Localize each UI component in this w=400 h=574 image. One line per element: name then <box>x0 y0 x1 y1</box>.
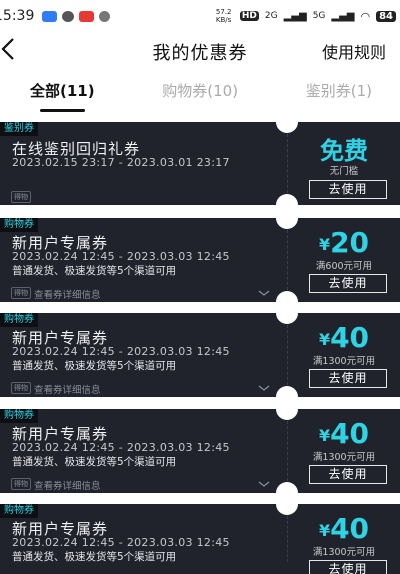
coupon-channels: 普通发货、极速发货等5个渠道可用 <box>12 265 177 277</box>
net-speed: 57.2 KB/s <box>215 8 232 24</box>
status-time: 15:39 <box>0 8 35 24</box>
coupon-value: ¥40 <box>288 417 400 450</box>
status-right-icons: 57.2 KB/s HD 2G ▂▄▆ 5G ▂▄▆ ◠ 84 <box>216 8 396 24</box>
chevron-down-icon[interactable] <box>258 290 270 297</box>
tab-authentication[interactable]: 鉴别券(1) <box>306 72 372 106</box>
message-icon <box>62 10 75 22</box>
signal-bars-icon: ▂▄▆ <box>283 10 307 22</box>
coupon-channels: 普通发货、极速发货等5个渠道可用 <box>12 360 177 372</box>
chevron-down-icon[interactable] <box>258 481 270 488</box>
use-coupon-button[interactable]: 去使用 <box>309 274 387 293</box>
brand-badge: 得物 <box>11 191 31 203</box>
coupon-details-link[interactable]: 查看券详细信息 <box>34 382 101 396</box>
coupon-validity: 2023.02.24 12:45 - 2023.03.03 12:45 <box>12 536 230 549</box>
brand-badge: 得物 <box>11 478 31 490</box>
coupon-validity: 2023.02.24 12:45 - 2023.03.03 12:45 <box>12 345 230 358</box>
coupon-details-link[interactable]: 查看券详细信息 <box>34 478 101 492</box>
tab-shopping[interactable]: 购物券(10) <box>162 72 238 106</box>
coupon-amount: 40 <box>330 321 370 354</box>
app-notification-icon-red <box>79 10 95 22</box>
hd-badge: HD <box>239 11 259 21</box>
chevron-down-icon[interactable] <box>258 385 270 392</box>
signal-bars-icon-2: ▂▄▆ <box>331 10 355 22</box>
signal-2g: 2G <box>264 11 278 21</box>
coupon-type-badge: 购物券 <box>0 409 38 423</box>
coupon-card: 购物券 新用户专属券 2023.02.24 12:45 - 2023.03.03… <box>0 218 400 302</box>
coupon-amount: 40 <box>330 417 370 450</box>
coupon-card: 购物券 新用户专属券 2023.02.24 12:45 - 2023.03.03… <box>0 504 400 574</box>
coupon-condition: 满600元可用 <box>315 261 373 272</box>
use-coupon-button[interactable]: 去使用 <box>309 369 387 388</box>
coupon-value: 免费 <box>320 137 368 165</box>
currency-symbol: ¥ <box>318 330 331 349</box>
coupon-card: 鉴别券 在线鉴别回归礼券 2023.02.15 23:17 - 2023.03.… <box>0 122 400 205</box>
coupon-tabs: 全部(11) 购物券(10) 鉴别券(1) <box>0 72 400 112</box>
currency-symbol: ¥ <box>318 521 331 540</box>
currency-symbol: ¥ <box>318 426 331 445</box>
coupon-details-link[interactable]: 查看券详细信息 <box>34 287 101 301</box>
coupon-type-badge: 鉴别券 <box>0 122 38 136</box>
coupon-type-badge: 购物券 <box>0 218 38 232</box>
status-bar: 15:39 57.2 KB/s HD 2G ▂▄▆ 5G ▂▄▆ ◠ 84 <box>0 0 400 32</box>
coupon-card: 购物券 新用户专属券 2023.02.24 12:45 - 2023.03.03… <box>0 313 400 397</box>
coupon-condition: 满1300元可用 <box>312 452 376 463</box>
coupon-value: ¥40 <box>288 321 400 354</box>
coupon-validity: 2023.02.15 23:17 - 2023.03.01 23:17 <box>12 156 230 169</box>
tab-all[interactable]: 全部(11) <box>30 72 95 112</box>
coupon-type-badge: 购物券 <box>0 504 38 518</box>
signal-5g: 5G <box>312 11 326 21</box>
coupon-condition: 满1300元可用 <box>312 547 376 558</box>
coupon-channels: 普通发货、极速发货等5个渠道可用 <box>12 456 177 468</box>
coupon-value: ¥40 <box>288 512 400 545</box>
coupon-value: ¥20 <box>288 226 400 259</box>
battery-icon: 84 <box>376 10 396 22</box>
brand-badge: 得物 <box>11 287 31 299</box>
header: 我的优惠券 使用规则 <box>0 32 400 68</box>
coupon-condition: 满1300元可用 <box>312 356 376 367</box>
use-coupon-button[interactable]: 去使用 <box>309 180 387 199</box>
coupon-amount: 40 <box>330 512 370 545</box>
compass-icon <box>99 10 111 22</box>
brand-badge: 得物 <box>11 382 31 394</box>
coupon-validity: 2023.02.24 12:45 - 2023.03.03 12:45 <box>12 441 230 454</box>
use-coupon-button[interactable]: 去使用 <box>309 560 387 574</box>
app-notification-icon <box>42 10 58 22</box>
coupon-channels: 普通发货、极速发货等5个渠道可用 <box>12 551 177 563</box>
use-coupon-button[interactable]: 去使用 <box>309 465 387 484</box>
coupon-card: 购物券 新用户专属券 2023.02.24 12:45 - 2023.03.03… <box>0 409 400 493</box>
usage-rules-link[interactable]: 使用规则 <box>322 39 386 63</box>
coupon-amount: 20 <box>330 226 370 259</box>
currency-symbol: ¥ <box>318 235 331 254</box>
coupon-validity: 2023.02.24 12:45 - 2023.03.03 12:45 <box>12 250 230 263</box>
status-app-icons <box>42 10 111 22</box>
coupon-condition: 无门槛 <box>329 166 359 177</box>
coupon-type-badge: 购物券 <box>0 313 38 327</box>
wifi-icon: ◠ <box>360 9 371 23</box>
